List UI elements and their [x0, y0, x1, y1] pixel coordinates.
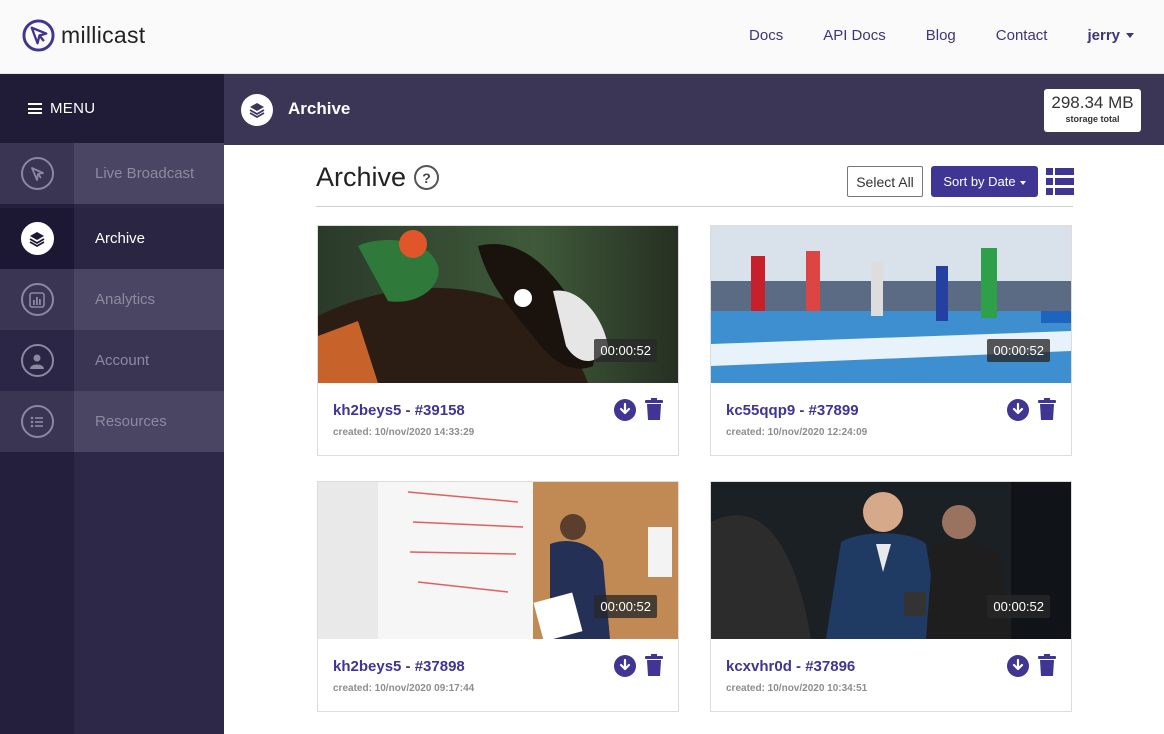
user-menu[interactable]: jerry	[1087, 27, 1134, 44]
archive-card[interactable]: 00:00:52 kh2beys5 - #39158 created: 10/n…	[317, 225, 679, 456]
menu-label: MENU	[50, 100, 96, 117]
layers-icon	[20, 222, 54, 255]
content-heading: Archive ?	[316, 162, 440, 193]
sidebar-item-label: Account	[74, 330, 224, 391]
sidebar-item-analytics[interactable]: Analytics	[0, 269, 224, 330]
duration-badge: 00:00:52	[987, 339, 1050, 362]
video-thumbnail-news-reporter[interactable]: 00:00:52	[711, 482, 1071, 639]
download-icon[interactable]	[614, 655, 636, 677]
archive-card[interactable]: 00:00:52 kh2beys5 - #37898 created: 10/n…	[317, 481, 679, 712]
sort-label: Sort by Date	[943, 174, 1016, 189]
help-icon[interactable]: ?	[414, 165, 440, 190]
sidebar-item-label: Analytics	[74, 269, 224, 330]
sidebar: MENU Live Broadcast Archive Analytics Ac…	[0, 74, 224, 734]
card-created-date: created: 10/nov/2020 10:34:51	[726, 683, 868, 694]
bar-chart-icon	[20, 283, 54, 316]
card-created-date: created: 10/nov/2020 14:33:29	[333, 427, 475, 438]
storage-indicator: 298.34 MB storage total	[1044, 89, 1141, 132]
sidebar-item-label: Archive	[74, 208, 224, 269]
divider	[316, 206, 1073, 207]
sidebar-item-account[interactable]: Account	[0, 330, 224, 391]
video-thumbnail-steeplechase-race[interactable]: 00:00:52	[711, 226, 1071, 383]
card-title[interactable]: kh2beys5 - #39158	[333, 402, 465, 419]
nav-link-api-docs[interactable]: API Docs	[823, 27, 886, 44]
archive-card[interactable]: 00:00:52 kcxvhr0d - #37896 created: 10/n…	[710, 481, 1072, 712]
nav-link-contact[interactable]: Contact	[996, 27, 1048, 44]
card-title[interactable]: kcxvhr0d - #37896	[726, 658, 855, 675]
list-view-icon[interactable]	[1046, 168, 1074, 195]
download-icon[interactable]	[614, 399, 636, 421]
user-name: jerry	[1087, 27, 1120, 44]
card-title[interactable]: kh2beys5 - #37898	[333, 658, 465, 675]
card-created-date: created: 10/nov/2020 09:17:44	[333, 683, 475, 694]
trash-icon[interactable]	[645, 654, 663, 676]
video-thumbnail-horse-racing[interactable]: 00:00:52	[318, 226, 678, 383]
logo[interactable]: millicast	[22, 19, 145, 52]
nav-link-docs[interactable]: Docs	[749, 27, 783, 44]
top-nav-links: Docs API Docs Blog Contact jerry	[709, 27, 1134, 44]
sidebar-item-live-broadcast[interactable]: Live Broadcast	[0, 143, 224, 204]
trash-icon[interactable]	[1038, 654, 1056, 676]
duration-badge: 00:00:52	[987, 595, 1050, 618]
sidebar-item-resources[interactable]: Resources	[0, 391, 224, 452]
millicast-logo-icon	[22, 19, 55, 52]
card-created-date: created: 10/nov/2020 12:24:09	[726, 427, 868, 438]
layers-icon	[241, 94, 273, 126]
hamburger-icon	[28, 103, 42, 114]
logo-text: millicast	[61, 22, 146, 48]
millicast-logo-icon	[20, 157, 54, 190]
nav-link-blog[interactable]: Blog	[926, 27, 956, 44]
sidebar-item-label: Resources	[74, 391, 224, 452]
menu-toggle[interactable]: MENU	[0, 74, 224, 143]
video-thumbnail-whiteboard-presenter[interactable]: 00:00:52	[318, 482, 678, 639]
storage-value: 298.34 MB	[1051, 93, 1134, 112]
chevron-down-icon	[1126, 33, 1134, 38]
chevron-down-icon	[1019, 181, 1026, 185]
top-navbar: millicast Docs API Docs Blog Contact jer…	[0, 0, 1164, 74]
duration-badge: 00:00:52	[594, 595, 657, 618]
sort-by-date-dropdown[interactable]: Sort by Date	[931, 166, 1038, 197]
content-title: Archive	[316, 162, 407, 192]
list-icon	[20, 405, 54, 438]
user-icon	[20, 344, 54, 377]
storage-label: storage total	[1065, 114, 1120, 124]
archive-card[interactable]: 00:00:52 kc55qqp9 - #37899 created: 10/n…	[710, 225, 1072, 456]
trash-icon[interactable]	[1038, 398, 1056, 420]
sidebar-item-label: Live Broadcast	[74, 143, 224, 204]
select-all-button[interactable]: Select All	[847, 166, 923, 197]
card-title[interactable]: kc55qqp9 - #37899	[726, 402, 859, 419]
page-header: Archive 298.34 MB storage total	[224, 74, 1164, 145]
download-icon[interactable]	[1007, 655, 1029, 677]
page-title: Archive	[288, 99, 351, 118]
download-icon[interactable]	[1007, 399, 1029, 421]
sidebar-item-archive[interactable]: Archive	[0, 208, 224, 269]
trash-icon[interactable]	[645, 398, 663, 420]
duration-badge: 00:00:52	[594, 339, 657, 362]
